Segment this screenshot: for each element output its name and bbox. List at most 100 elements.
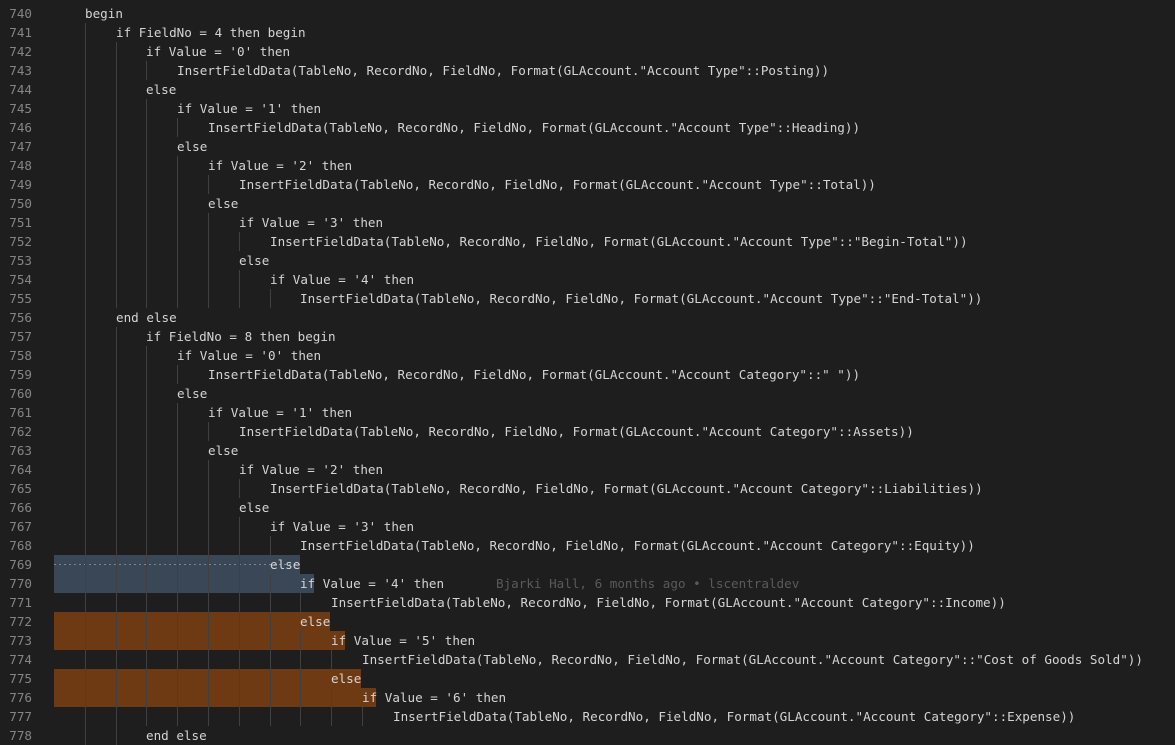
code-line[interactable]: 773 if Value = '5' then <box>0 631 1175 650</box>
code-text: if Value = '2' then <box>208 158 353 173</box>
line-number: 776 <box>9 690 32 705</box>
indent-guide <box>331 707 332 726</box>
indent-guide <box>208 251 209 270</box>
code-line[interactable]: 774 InsertFieldData(TableNo, RecordNo, Fi… <box>0 650 1175 669</box>
code-text: if FieldNo = 4 then begin <box>116 25 306 40</box>
indent-guide <box>146 384 147 403</box>
code-line[interactable]: 746 InsertFieldData(TableNo, RecordNo, Fi… <box>0 118 1175 137</box>
indent-guide <box>208 479 209 498</box>
code-line[interactable]: 777 InsertFieldData(TableNo, RecordNo, Fi… <box>0 707 1175 726</box>
code-line[interactable]: 755 InsertFieldData(TableNo, RecordNo, Fi… <box>0 289 1175 308</box>
code-line[interactable]: 778 end else <box>0 726 1175 745</box>
code-line[interactable]: 747 else <box>0 137 1175 156</box>
indent-guide <box>85 422 86 441</box>
indent-guide <box>239 574 240 593</box>
indent-guide <box>116 631 117 650</box>
code-line[interactable]: 763 else <box>0 441 1175 460</box>
indent-guide <box>239 688 240 707</box>
code-line[interactable]: 775 else <box>0 669 1175 688</box>
code-line[interactable]: 743 InsertFieldData(TableNo, RecordNo, Fi… <box>0 61 1175 80</box>
code-line[interactable]: 753 else <box>0 251 1175 270</box>
code-text: else <box>300 614 331 629</box>
code-line[interactable]: 765 InsertFieldData(TableNo, RecordNo, Fi… <box>0 479 1175 498</box>
code-line[interactable]: 752 InsertFieldData(TableNo, RecordNo, Fi… <box>0 232 1175 251</box>
code-line[interactable]: 762 InsertFieldData(TableNo, RecordNo, Fi… <box>0 422 1175 441</box>
indent-guide <box>208 707 209 726</box>
code-line[interactable]: 744 else <box>0 80 1175 99</box>
indent-guide <box>85 669 86 688</box>
indent-guide <box>146 555 147 574</box>
indent-guide <box>85 80 86 99</box>
code-text: if Value = '3' then <box>239 215 384 230</box>
indent-guide <box>85 365 86 384</box>
indent-guide <box>116 194 117 213</box>
code-line[interactable]: 771 InsertFieldData(TableNo, RecordNo, Fi… <box>0 593 1175 612</box>
code-line[interactable]: 750 else <box>0 194 1175 213</box>
code-line[interactable]: 751 if Value = '3' then <box>0 213 1175 232</box>
code-line[interactable]: 759 InsertFieldData(TableNo, RecordNo, Fi… <box>0 365 1175 384</box>
indent-guide <box>177 403 178 422</box>
indent-guide <box>146 118 147 137</box>
line-number: 765 <box>9 481 32 496</box>
code-line[interactable]: 764 if Value = '2' then <box>0 460 1175 479</box>
code-line[interactable]: 740 begin <box>0 4 1175 23</box>
indent-guide <box>177 707 178 726</box>
line-number: 772 <box>9 614 32 629</box>
code-line[interactable]: 757 if FieldNo = 8 then begin <box>0 327 1175 346</box>
indent-guide <box>177 289 178 308</box>
indent-guide <box>146 517 147 536</box>
code-line[interactable]: 772 else <box>0 612 1175 631</box>
code-line[interactable]: 770 if Value = '4' then Bjarki Hall, 6 mon… <box>0 574 1175 593</box>
code-line[interactable]: 760 else <box>0 384 1175 403</box>
code-text: if Value = '0' then <box>146 44 291 59</box>
indent-guide <box>85 726 86 745</box>
code-text: InsertFieldData(TableNo, RecordNo, Field… <box>239 177 876 192</box>
indent-guide <box>116 707 117 726</box>
line-number: 744 <box>9 82 32 97</box>
code-line[interactable]: 768 InsertFieldData(TableNo, RecordNo, Fi… <box>0 536 1175 555</box>
indent-guide <box>85 175 86 194</box>
code-line[interactable]: 761 if Value = '1' then <box>0 403 1175 422</box>
code-text: InsertFieldData(TableNo, RecordNo, Field… <box>300 538 975 553</box>
indent-guide <box>146 707 147 726</box>
indent-guide <box>300 650 301 669</box>
indent-guide <box>331 650 332 669</box>
indent-guide <box>177 251 178 270</box>
code-line[interactable]: 776 if Value = '6' then <box>0 688 1175 707</box>
code-line[interactable]: 758 if Value = '0' then <box>0 346 1175 365</box>
indent-guide <box>177 555 178 574</box>
indent-guide <box>85 156 86 175</box>
line-number: 768 <box>9 538 32 553</box>
blame-highlight <box>54 574 315 593</box>
code-text: InsertFieldData(TableNo, RecordNo, Field… <box>208 120 861 135</box>
code-text: InsertFieldData(TableNo, RecordNo, Field… <box>208 367 861 382</box>
indent-guide <box>208 574 209 593</box>
indent-guide <box>85 403 86 422</box>
line-number: 777 <box>9 709 32 724</box>
code-line[interactable]: 756 end else <box>0 308 1175 327</box>
indent-guide <box>177 460 178 479</box>
indent-guide <box>239 270 240 289</box>
code-line[interactable]: 754 if Value = '4' then <box>0 270 1175 289</box>
line-number: 775 <box>9 671 32 686</box>
code-line[interactable]: 748 if Value = '2' then <box>0 156 1175 175</box>
indent-guide <box>116 669 117 688</box>
code-text: if Value = '1' then <box>177 101 322 116</box>
indent-guide <box>116 80 117 99</box>
indent-guide <box>177 631 178 650</box>
git-blame-annotation: Bjarki Hall, 6 months ago • lscentraldev <box>496 576 800 591</box>
code-text: if Value = '3' then <box>270 519 415 534</box>
code-line[interactable]: 767 if Value = '3' then <box>0 517 1175 536</box>
code-line[interactable]: 745 if Value = '1' then <box>0 99 1175 118</box>
code-editor[interactable]: 740 begin 741 if FieldNo = 4 then begin 742 i… <box>0 0 1175 745</box>
code-line[interactable]: 742 if Value = '0' then <box>0 42 1175 61</box>
code-line[interactable]: 749 InsertFieldData(TableNo, RecordNo, Fi… <box>0 175 1175 194</box>
code-line[interactable]: 741 if FieldNo = 4 then begin <box>0 23 1175 42</box>
indent-guide <box>116 156 117 175</box>
line-number: 762 <box>9 424 32 439</box>
code-line[interactable]: 769 else <box>0 555 1175 574</box>
indent-guide <box>85 232 86 251</box>
indent-guide <box>177 365 178 384</box>
code-line[interactable]: 766 else <box>0 498 1175 517</box>
indent-guide <box>177 574 178 593</box>
